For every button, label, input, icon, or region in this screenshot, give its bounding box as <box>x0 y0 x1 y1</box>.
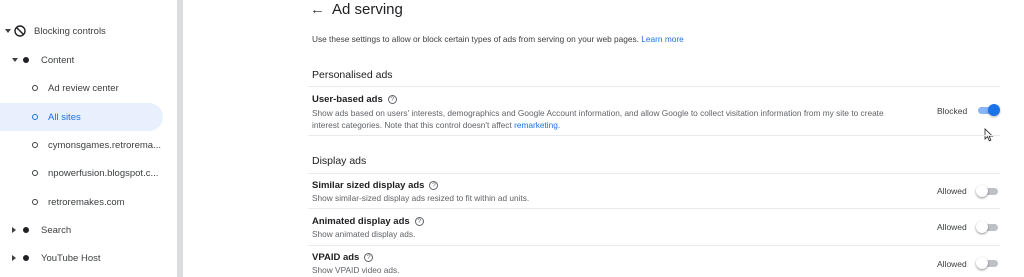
status-label: Allowed <box>937 222 967 232</box>
sidebar-item-label: retroremakes.com <box>48 196 125 208</box>
circle-icon <box>32 199 38 205</box>
circle-icon <box>32 114 38 120</box>
toggle-knob <box>988 104 1000 116</box>
help-icon[interactable]: ? <box>414 217 424 226</box>
sidebar-item-all-sites[interactable]: All sites <box>0 103 170 131</box>
bullet-icon <box>23 227 29 233</box>
sidebar-item-ad-review-center[interactable]: Ad review center <box>0 74 170 102</box>
setting-description: Show animated display ads. <box>312 229 416 239</box>
sidebar-scrollbar[interactable] <box>177 0 183 277</box>
sidebar-item-site[interactable]: cymonsgames.retrorema... <box>0 131 170 159</box>
sidebar-item-content[interactable]: Content <box>0 46 170 74</box>
setting-title: VPAID ads? <box>312 252 374 263</box>
status-label: Allowed <box>937 259 967 269</box>
setting-title: Animated display ads? <box>312 216 424 227</box>
help-icon[interactable]: ? <box>364 253 374 262</box>
page-intro: Use these settings to allow or block cer… <box>312 34 684 44</box>
animated-display-ads-toggle[interactable] <box>976 219 1000 235</box>
sidebar-item-site[interactable]: npowerfusion.blogspot.c... <box>0 159 170 187</box>
page-title: Ad serving <box>332 1 403 18</box>
learn-more-link[interactable]: Learn more <box>641 34 683 44</box>
sidebar-item-search[interactable]: Search <box>0 216 170 244</box>
divider <box>308 135 1000 136</box>
remarketing-link[interactable]: remarketing <box>514 120 558 130</box>
bullet-icon <box>23 255 29 261</box>
divider <box>308 208 1000 209</box>
sidebar-item-label: All sites <box>48 111 81 123</box>
setting-description: Show ads based on users' interests, demo… <box>312 108 912 131</box>
setting-description: Show VPAID video ads. <box>312 265 400 275</box>
circle-icon <box>32 85 38 91</box>
help-icon[interactable]: ? <box>387 95 397 104</box>
sidebar-item-label: Ad review center <box>48 82 119 94</box>
setting-title-text: Animated display ads <box>312 216 410 227</box>
setting-title: User-based ads? <box>312 94 397 105</box>
chevron-down-icon[interactable] <box>5 29 11 33</box>
divider <box>308 173 1000 174</box>
chevron-right-icon[interactable] <box>12 255 16 261</box>
sidebar: Blocking controls Content Ad review cent… <box>0 0 185 277</box>
setting-title-text: User-based ads <box>312 94 383 105</box>
sidebar-item-youtube-host[interactable]: YouTube Host <box>0 244 170 272</box>
toggle-knob <box>976 185 988 197</box>
sidebar-item-label: YouTube Host <box>41 252 101 264</box>
chevron-right-icon[interactable] <box>12 227 16 233</box>
section-title-display-ads: Display ads <box>312 155 367 167</box>
sidebar-item-label: Blocking controls <box>34 25 106 37</box>
main-content: ← Ad serving Use these settings to allow… <box>300 0 1024 277</box>
sidebar-item-label: cymonsgames.retrorema... <box>48 139 161 151</box>
status-label: Blocked <box>937 106 968 116</box>
sidebar-item-label: Search <box>41 224 72 236</box>
sidebar-item-blocking-controls[interactable]: Blocking controls <box>0 17 170 45</box>
intro-text: Use these settings to allow or block cer… <box>312 34 639 44</box>
user-based-ads-toggle[interactable] <box>976 102 1000 118</box>
setting-description-text: Show ads based on users' interests, demo… <box>312 108 884 130</box>
circle-icon <box>32 142 38 148</box>
setting-title-text: Similar sized display ads <box>312 180 425 191</box>
divider <box>308 245 1000 246</box>
toggle-knob <box>976 257 988 269</box>
sidebar-item-label: npowerfusion.blogspot.c... <box>48 167 159 179</box>
toggle-knob <box>976 221 988 233</box>
sidebar-item-label: Content <box>41 54 75 66</box>
similar-sized-display-ads-toggle[interactable] <box>976 183 1000 199</box>
block-icon <box>14 25 26 37</box>
setting-title: Similar sized display ads? <box>312 180 439 191</box>
back-arrow-icon[interactable]: ← <box>310 1 325 18</box>
divider <box>308 86 1000 87</box>
bullet-icon <box>23 57 29 63</box>
setting-title-text: VPAID ads <box>312 252 360 263</box>
circle-icon <box>32 170 38 176</box>
section-title-personalised-ads: Personalised ads <box>312 69 393 81</box>
setting-description-end: . <box>557 119 561 130</box>
status-label: Allowed <box>937 186 967 196</box>
setting-description: Show similar-sized display ads resized t… <box>312 193 530 203</box>
sidebar-item-site[interactable]: retroremakes.com <box>0 188 170 216</box>
help-icon[interactable]: ? <box>429 181 439 190</box>
vpaid-ads-toggle[interactable] <box>976 255 1000 271</box>
chevron-down-icon[interactable] <box>12 58 18 62</box>
